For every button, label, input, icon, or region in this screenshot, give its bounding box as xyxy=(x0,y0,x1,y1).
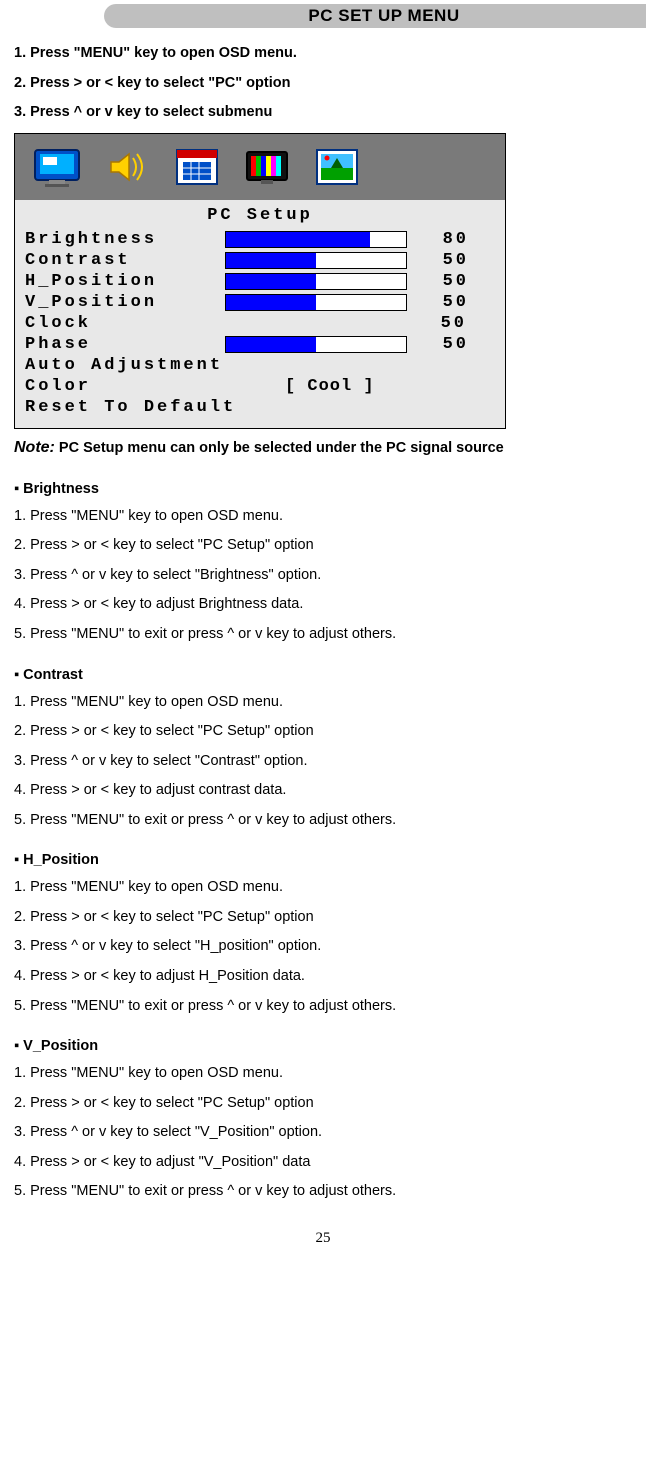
section-heading: ▪ Brightness xyxy=(14,481,632,497)
slider-track xyxy=(225,336,407,353)
section-step: 2. Press > or < key to select "PC Setup"… xyxy=(14,536,632,556)
section-step: 4. Press > or < key to adjust contrast d… xyxy=(14,781,632,801)
section-step: 5. Press "MENU" to exit or press ^ or v … xyxy=(14,625,632,645)
section-step: 1. Press "MENU" key to open OSD menu. xyxy=(14,1064,632,1084)
osd-icon-row xyxy=(15,134,505,200)
section-brightness: ▪ Brightness 1. Press "MENU" key to open… xyxy=(14,481,632,645)
osd-row-clock: Clock 50 xyxy=(25,313,495,334)
osd-row-vposition: V_Position 50 xyxy=(25,292,495,313)
section-hposition: ▪ H_Position 1. Press "MENU" key to open… xyxy=(14,852,632,1016)
section-heading: ▪ V_Position xyxy=(14,1038,632,1054)
section-step: 1. Press "MENU" key to open OSD menu. xyxy=(14,507,632,527)
slider-track xyxy=(225,294,407,311)
slider-track xyxy=(225,273,407,290)
monitor-icon xyxy=(33,146,81,188)
intro-steps: 1. Press "MENU" key to open OSD menu. 2.… xyxy=(14,44,632,123)
intro-step: 1. Press "MENU" key to open OSD menu. xyxy=(14,44,632,64)
picture-icon xyxy=(313,146,361,188)
slider-fill xyxy=(226,337,316,352)
osd-screenshot: PC Setup Brightness 80 Contrast 50 H_Pos… xyxy=(14,133,506,429)
section-step: 3. Press ^ or v key to select "Brightnes… xyxy=(14,566,632,586)
slider-fill xyxy=(226,253,316,268)
section-heading: ▪ Contrast xyxy=(14,667,632,683)
section-heading: ▪ H_Position xyxy=(14,852,632,868)
calendar-icon xyxy=(173,146,221,188)
section-step: 4. Press > or < key to adjust H_Position… xyxy=(14,967,632,987)
section-step: 5. Press "MENU" to exit or press ^ or v … xyxy=(14,997,632,1017)
section-step: 4. Press > or < key to adjust Brightness… xyxy=(14,595,632,615)
slider-track xyxy=(225,252,407,269)
section-vposition: ▪ V_Position 1. Press "MENU" key to open… xyxy=(14,1038,632,1202)
osd-row-auto: Auto Adjustment xyxy=(25,355,495,376)
section-step: 2. Press > or < key to select "PC Setup"… xyxy=(14,908,632,928)
section-step: 2. Press > or < key to select "PC Setup"… xyxy=(14,1094,632,1114)
section-step: 4. Press > or < key to adjust "V_Positio… xyxy=(14,1153,632,1173)
osd-row-contrast: Contrast 50 xyxy=(25,250,495,271)
osd-body: PC Setup Brightness 80 Contrast 50 H_Pos… xyxy=(15,200,505,428)
slider-fill xyxy=(226,232,370,247)
section-step: 1. Press "MENU" key to open OSD menu. xyxy=(14,878,632,898)
section-step: 1. Press "MENU" key to open OSD menu. xyxy=(14,693,632,713)
section-step: 2. Press > or < key to select "PC Setup"… xyxy=(14,722,632,742)
page-number: 25 xyxy=(14,1230,632,1247)
osd-row-reset: Reset To Default xyxy=(25,397,495,418)
slider-fill xyxy=(226,295,316,310)
section-step: 3. Press ^ or v key to select "H_positio… xyxy=(14,937,632,957)
intro-step: 3. Press ^ or v key to select submenu xyxy=(14,103,632,123)
section-step: 3. Press ^ or v key to select "V_Positio… xyxy=(14,1123,632,1143)
osd-row-brightness: Brightness 80 xyxy=(25,229,495,250)
section-step: 3. Press ^ or v key to select "Contrast"… xyxy=(14,752,632,772)
slider-track xyxy=(225,231,407,248)
intro-step: 2. Press > or < key to select "PC" optio… xyxy=(14,74,632,94)
page-title: PC SET UP MENU xyxy=(104,4,646,28)
slider-fill xyxy=(226,274,316,289)
osd-title: PC Setup xyxy=(25,206,495,225)
tv-bars-icon xyxy=(243,146,291,188)
osd-row-hposition: H_Position 50 xyxy=(25,271,495,292)
osd-row-color: Color [ Cool ] xyxy=(25,376,495,397)
section-step: 5. Press "MENU" to exit or press ^ or v … xyxy=(14,811,632,831)
note: Note: PC Setup menu can only be selected… xyxy=(14,439,632,457)
section-step: 5. Press "MENU" to exit or press ^ or v … xyxy=(14,1182,632,1202)
speaker-icon xyxy=(103,146,151,188)
osd-row-phase: Phase 50 xyxy=(25,334,495,355)
section-contrast: ▪ Contrast 1. Press "MENU" key to open O… xyxy=(14,667,632,831)
